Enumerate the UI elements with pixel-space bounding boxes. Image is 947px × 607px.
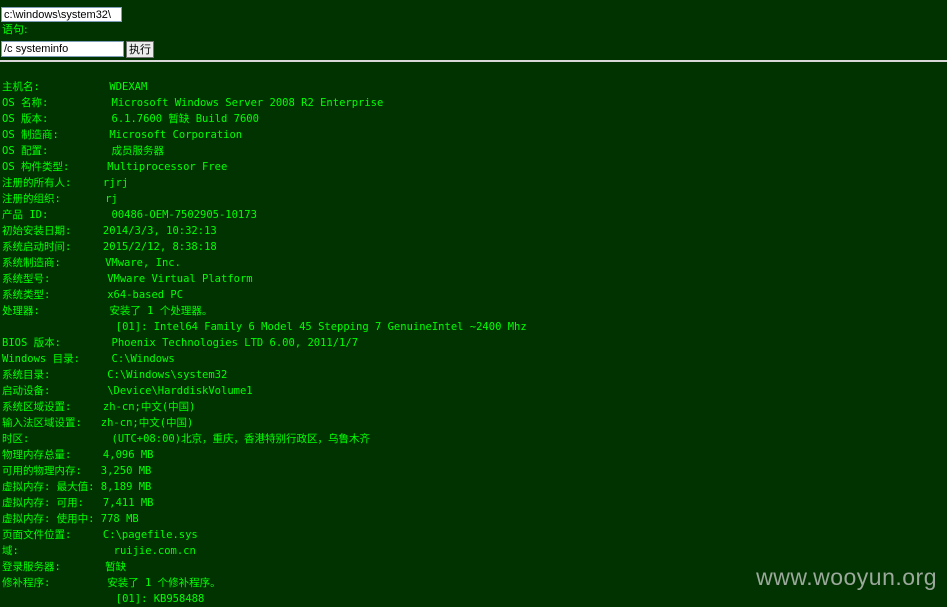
command-input[interactable] (1, 41, 124, 57)
output-line: 初始安装日期: 2014/3/3, 10:32:13 (2, 225, 217, 237)
output-line: 系统区域设置: zh-cn;中文(中国) (2, 401, 196, 413)
output-line: 物理内存总量: 4,096 MB (2, 449, 154, 461)
command-output: 主机名: WDEXAM OS 名称: Microsoft Windows Serv… (2, 79, 527, 607)
output-line: 虚拟内存: 使用中: 778 MB (2, 513, 139, 525)
output-line: 系统型号: VMware Virtual Platform (2, 273, 253, 285)
output-line: OS 配置: 成员服务器 (2, 145, 165, 157)
output-line: 修补程序: 安装了 1 个修补程序。 (2, 577, 221, 589)
output-line: 页面文件位置: C:\pagefile.sys (2, 529, 198, 541)
output-line: 虚拟内存: 最大值: 8,189 MB (2, 481, 152, 493)
output-line: 虚拟内存: 可用: 7,411 MB (2, 497, 154, 509)
output-line: 系统制造商: VMware, Inc. (2, 257, 181, 269)
output-line: 系统类型: x64-based PC (2, 289, 184, 301)
output-line: 启动设备: \Device\HarddiskVolume1 (2, 385, 253, 397)
output-line: 可用的物理内存: 3,250 MB (2, 465, 152, 477)
output-line: 注册的所有人: rjrj (2, 177, 129, 189)
output-line: OS 构件类型: Multiprocessor Free (2, 161, 228, 173)
output-line: 系统目录: C:\Windows\system32 (2, 369, 228, 381)
execute-button[interactable]: 执行 (126, 41, 154, 58)
path-input[interactable] (1, 7, 122, 22)
watermark: www.wooyun.org (756, 564, 937, 590)
output-line: 注册的组织: rj (2, 193, 118, 205)
statement-label: 语句: (2, 23, 28, 36)
output-line: 主机名: WDEXAM (2, 81, 148, 93)
output-line: Windows 目录: C:\Windows (2, 353, 175, 365)
output-line: 时区: (UTC+08:00)北京，重庆，香港特别行政区，乌鲁木齐 (2, 433, 371, 445)
output-line: BIOS 版本: Phoenix Technologies LTD 6.00, … (2, 337, 359, 349)
output-line: [01]: Intel64 Family 6 Model 45 Stepping… (2, 321, 527, 333)
output-line: 处理器: 安装了 1 个处理器。 (2, 305, 213, 317)
output-line: 系统启动时间: 2015/2/12, 8:38:18 (2, 241, 217, 253)
output-line: OS 制造商: Microsoft Corporation (2, 129, 243, 141)
output-line: 域: ruijie.com.cn (2, 545, 196, 557)
output-line: OS 名称: Microsoft Windows Server 2008 R2 … (2, 97, 384, 109)
output-line: 输入法区域设置: zh-cn;中文(中国) (2, 417, 194, 429)
output-line: OS 版本: 6.1.7600 暂缺 Build 7600 (2, 113, 259, 125)
output-line: 产品 ID: 00486-OEM-7502905-10173 (2, 209, 257, 221)
divider (0, 60, 947, 62)
output-line: 登录服务器: 暂缺 (2, 561, 127, 573)
